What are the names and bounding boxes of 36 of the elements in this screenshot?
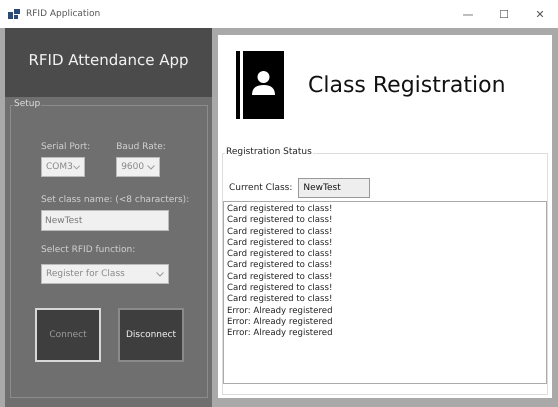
group-legend: Registration Status (225, 147, 313, 157)
log-line: Error: Already registered (227, 316, 334, 328)
caret-icon (72, 164, 80, 170)
function-dropdown[interactable]: Register for Class (41, 264, 169, 284)
serial-port-dropdown[interactable]: COM3 (41, 157, 85, 177)
contact-book-icon (236, 51, 284, 119)
app-header: RFID Attendance App (5, 28, 212, 97)
app-icon (8, 9, 20, 19)
field-label: Baud Rate: (116, 142, 166, 152)
log-line: Card registered to class! (227, 204, 334, 216)
disconnect-button[interactable]: Disconnect (118, 308, 184, 362)
page-title: Class Registration (308, 72, 506, 98)
class-name-field[interactable]: NewTest (41, 210, 169, 231)
close-button[interactable]: ✕ (522, 8, 558, 20)
log-line: Card registered to class! (227, 249, 334, 260)
field-label: Set class name: (<8 characters): (41, 195, 190, 205)
minimize-button[interactable]: — (450, 8, 486, 20)
log-line: Card registered to class! (227, 272, 334, 284)
field-label: Select RFID function: (41, 245, 136, 255)
field-label: Serial Port: (41, 142, 90, 152)
window-title: RFID Application (26, 9, 100, 19)
log-line: Card registered to class! (227, 260, 334, 272)
caret-icon (147, 164, 156, 170)
maximize-button[interactable]: ☐ (486, 8, 522, 20)
log-line: Card registered to class! (227, 294, 334, 306)
log-line: Card registered to class! (227, 283, 334, 294)
log-line: Card registered to class! (227, 238, 334, 250)
log-line: Error: Already registered (227, 306, 334, 317)
caret-icon (156, 272, 164, 276)
baud-rate-dropdown[interactable]: 9600 (116, 157, 160, 177)
group-legend: Setup (13, 99, 42, 109)
current-class-field: NewTest (298, 178, 370, 198)
log-line: Card registered to class! (227, 226, 334, 238)
log-line: Error: Already registered (227, 328, 334, 340)
field-label: Current Class: (229, 183, 292, 193)
log-line: Card registered to class! (227, 215, 334, 227)
